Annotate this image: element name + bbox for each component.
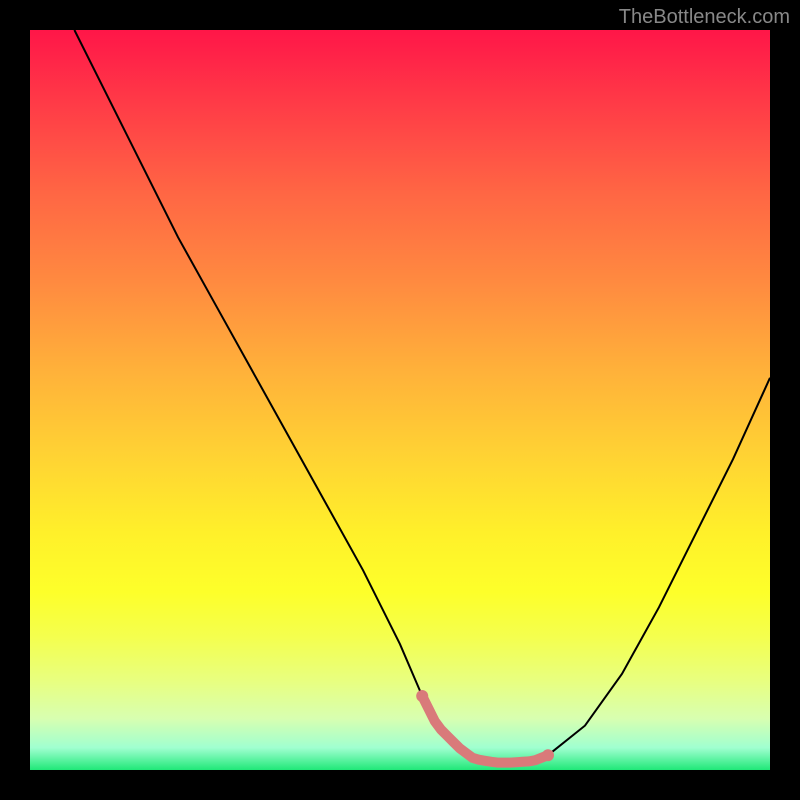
highlight-start-dot: [416, 690, 428, 702]
highlight-end-dot: [542, 749, 554, 761]
highlight-segment: [422, 696, 548, 763]
curve-svg: [30, 30, 770, 770]
watermark-text: TheBottleneck.com: [619, 6, 790, 29]
plot-area: [30, 30, 770, 770]
bottleneck-curve: [74, 30, 770, 763]
